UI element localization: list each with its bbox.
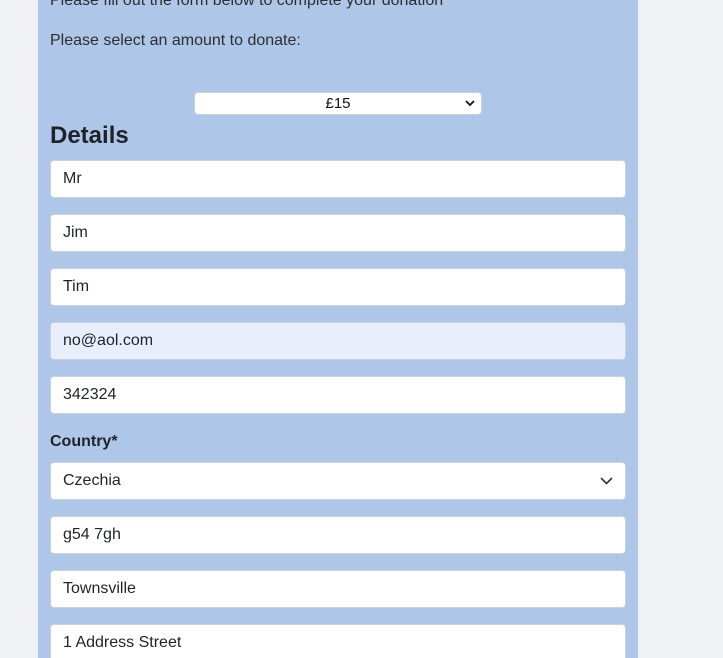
last-name-field[interactable]: Tim [50, 268, 626, 306]
amount-select[interactable]: £15 [194, 92, 482, 115]
donation-form-panel: Please fill out the form below to comple… [38, 0, 638, 658]
details-heading: Details [50, 122, 129, 149]
address-value: 1 Address Street [63, 634, 182, 651]
email-value: no@aol.com [63, 332, 154, 349]
country-select[interactable]: Czechia [50, 462, 626, 500]
first-name-value: Jim [63, 224, 88, 241]
amount-selected-value: £15 [325, 95, 351, 112]
chevron-down-icon [599, 463, 613, 499]
postcode-value: g54 7gh [63, 526, 121, 543]
title-field[interactable]: Mr [50, 160, 626, 198]
chevron-down-icon [465, 93, 475, 114]
email-field[interactable]: no@aol.com [50, 322, 626, 360]
town-field[interactable]: Townsville [50, 570, 626, 608]
town-value: Townsville [63, 580, 136, 597]
amount-prompt: Please select an amount to donate: [50, 32, 301, 49]
first-name-field[interactable]: Jim [50, 214, 626, 252]
intro-text: Please fill out the form below to comple… [50, 0, 444, 9]
country-label: Country* [50, 433, 118, 450]
postcode-field[interactable]: g54 7gh [50, 516, 626, 554]
phone-field[interactable]: 342324 [50, 376, 626, 414]
title-value: Mr [63, 170, 82, 187]
phone-value: 342324 [63, 386, 117, 403]
address-field[interactable]: 1 Address Street [50, 624, 626, 658]
last-name-value: Tim [63, 278, 90, 295]
country-value: Czechia [63, 472, 121, 489]
